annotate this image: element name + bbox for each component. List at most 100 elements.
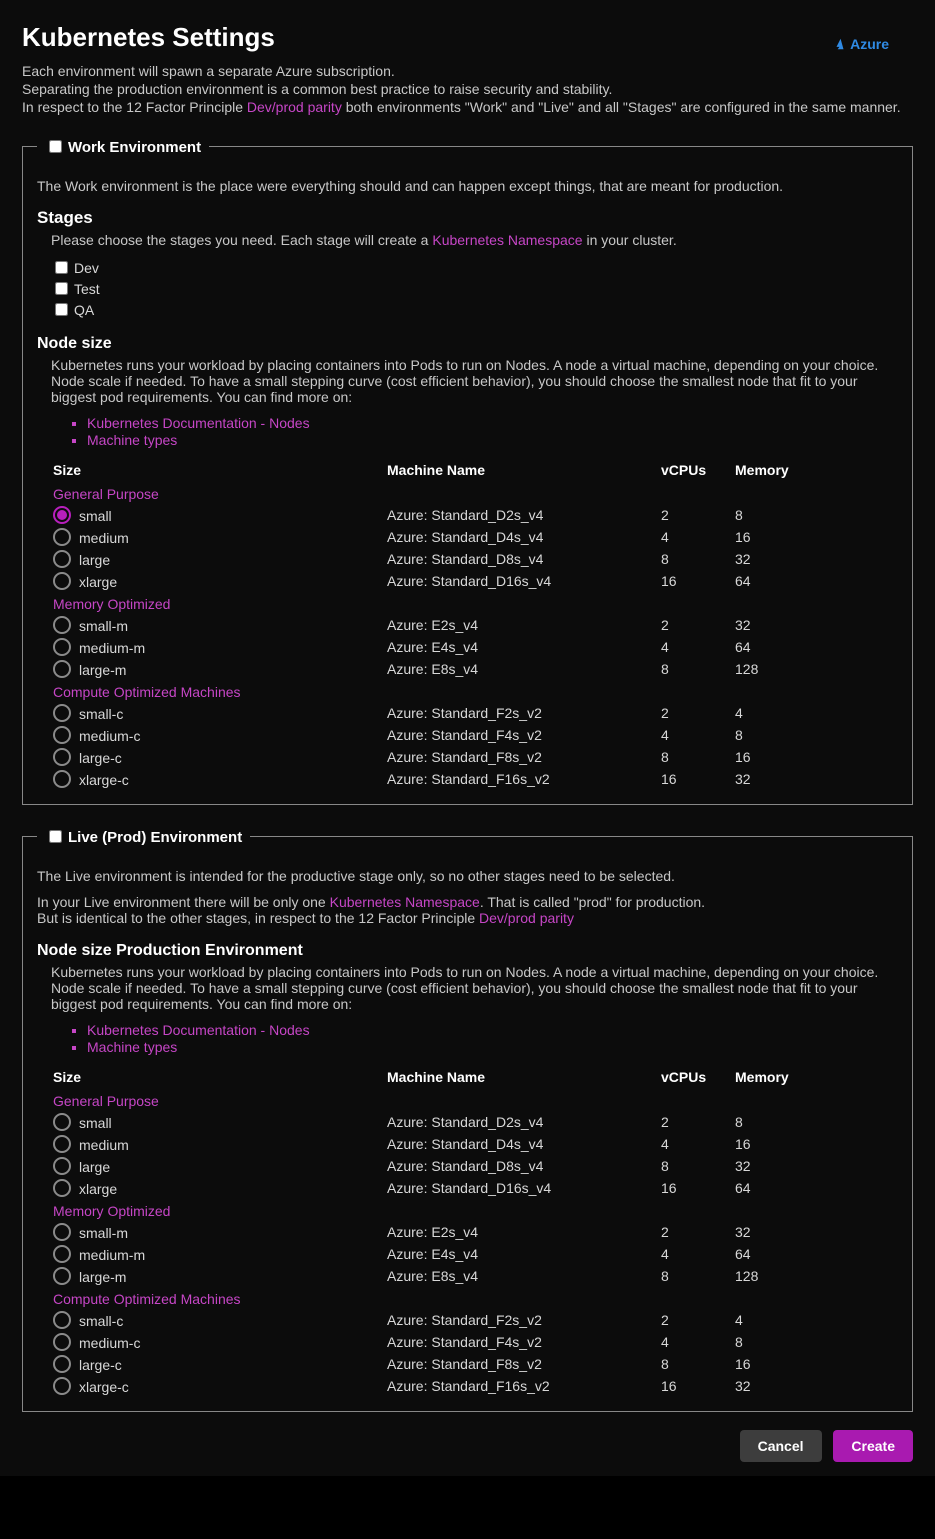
memory: 64 — [733, 1243, 898, 1265]
stages-list: Dev Test QA — [51, 258, 898, 319]
work-nodesize-table: Size Machine Name vCPUs Memory General P… — [51, 458, 898, 790]
nodesize-desc: Kubernetes runs your workload by placing… — [51, 357, 898, 405]
size-radio[interactable] — [53, 506, 71, 524]
size-row[interactable]: mediumAzure: Standard_D4s_v4416 — [51, 526, 898, 548]
size-row[interactable]: xlargeAzure: Standard_D16s_v41664 — [51, 570, 898, 592]
size-label: medium-c — [79, 728, 140, 744]
size-row[interactable]: large-mAzure: E8s_v48128 — [51, 1265, 898, 1287]
size-row[interactable]: small-mAzure: E2s_v4232 — [51, 1221, 898, 1243]
size-row[interactable]: medium-cAzure: Standard_F4s_v248 — [51, 1331, 898, 1353]
vcpus: 4 — [659, 526, 733, 548]
doc-link[interactable]: Machine types — [87, 432, 177, 448]
machine-name: Azure: Standard_F16s_v2 — [385, 1375, 659, 1397]
stage-option[interactable]: Dev — [51, 258, 898, 277]
kubernetes-namespace-link[interactable]: Kubernetes Namespace — [330, 894, 480, 910]
size-radio[interactable] — [53, 1333, 71, 1351]
memory: 16 — [733, 1133, 898, 1155]
machine-name: Azure: E2s_v4 — [385, 1221, 659, 1243]
size-radio[interactable] — [53, 1355, 71, 1373]
size-radio[interactable] — [53, 660, 71, 678]
size-row[interactable]: medium-mAzure: E4s_v4464 — [51, 1243, 898, 1265]
memory: 16 — [733, 1353, 898, 1375]
memory: 16 — [733, 746, 898, 768]
size-row[interactable]: large-mAzure: E8s_v48128 — [51, 658, 898, 680]
size-radio[interactable] — [53, 1245, 71, 1263]
size-category: Memory Optimized — [51, 1199, 898, 1221]
azure-badge: Azure — [833, 36, 889, 52]
devprod-parity-link[interactable]: Dev/prod parity — [479, 910, 574, 926]
col-memory: Memory — [733, 458, 898, 482]
size-row[interactable]: small-mAzure: E2s_v4232 — [51, 614, 898, 636]
size-label: small — [79, 508, 112, 524]
size-row[interactable]: medium-mAzure: E4s_v4464 — [51, 636, 898, 658]
machine-name: Azure: Standard_F4s_v2 — [385, 1331, 659, 1353]
create-button[interactable]: Create — [833, 1430, 913, 1462]
machine-name: Azure: Standard_D16s_v4 — [385, 570, 659, 592]
stage-checkbox[interactable] — [55, 261, 68, 274]
size-row[interactable]: large-cAzure: Standard_F8s_v2816 — [51, 1353, 898, 1375]
size-radio[interactable] — [53, 1267, 71, 1285]
cancel-button[interactable]: Cancel — [740, 1430, 822, 1462]
size-row[interactable]: small-cAzure: Standard_F2s_v224 — [51, 1309, 898, 1331]
kubernetes-namespace-link[interactable]: Kubernetes Namespace — [432, 232, 582, 248]
size-radio[interactable] — [53, 528, 71, 546]
doc-link[interactable]: Kubernetes Documentation - Nodes — [87, 1022, 310, 1038]
col-vcpus: vCPUs — [659, 458, 733, 482]
live-nodesize-heading: Node size Production Environment — [37, 942, 898, 960]
memory: 16 — [733, 526, 898, 548]
size-radio[interactable] — [53, 550, 71, 568]
size-radio[interactable] — [53, 1135, 71, 1153]
devprod-parity-link[interactable]: Dev/prod parity — [247, 99, 342, 115]
machine-name: Azure: Standard_D8s_v4 — [385, 548, 659, 570]
size-row[interactable]: largeAzure: Standard_D8s_v4832 — [51, 548, 898, 570]
size-radio[interactable] — [53, 704, 71, 722]
size-radio[interactable] — [53, 1311, 71, 1329]
size-radio[interactable] — [53, 748, 71, 766]
page-title: Kubernetes Settings — [22, 22, 913, 53]
vcpus: 8 — [659, 548, 733, 570]
stage-option[interactable]: QA — [51, 300, 898, 319]
size-row[interactable]: xlarge-cAzure: Standard_F16s_v21632 — [51, 1375, 898, 1397]
size-radio[interactable] — [53, 1377, 71, 1395]
size-radio[interactable] — [53, 616, 71, 634]
size-row[interactable]: small-cAzure: Standard_F2s_v224 — [51, 702, 898, 724]
work-env-checkbox[interactable] — [49, 140, 62, 153]
doc-link[interactable]: Kubernetes Documentation - Nodes — [87, 415, 310, 431]
memory: 32 — [733, 1375, 898, 1397]
size-radio[interactable] — [53, 770, 71, 788]
machine-name: Azure: Standard_D4s_v4 — [385, 526, 659, 548]
size-row[interactable]: smallAzure: Standard_D2s_v428 — [51, 504, 898, 526]
size-radio[interactable] — [53, 1223, 71, 1241]
doc-link[interactable]: Machine types — [87, 1039, 177, 1055]
size-radio[interactable] — [53, 1179, 71, 1197]
live-env-checkbox[interactable] — [49, 830, 62, 843]
memory: 128 — [733, 658, 898, 680]
vcpus: 8 — [659, 1353, 733, 1375]
size-radio[interactable] — [53, 1113, 71, 1131]
live-desc2: In your Live environment there will be o… — [37, 894, 898, 926]
stage-checkbox[interactable] — [55, 282, 68, 295]
vcpus: 8 — [659, 746, 733, 768]
machine-name: Azure: Standard_D8s_v4 — [385, 1155, 659, 1177]
machine-name: Azure: Standard_F16s_v2 — [385, 768, 659, 790]
size-radio[interactable] — [53, 1157, 71, 1175]
intro-line: Each environment will spawn a separate A… — [22, 63, 913, 79]
size-row[interactable]: medium-cAzure: Standard_F4s_v248 — [51, 724, 898, 746]
size-row[interactable]: large-cAzure: Standard_F8s_v2816 — [51, 746, 898, 768]
size-radio[interactable] — [53, 572, 71, 590]
size-row[interactable]: smallAzure: Standard_D2s_v428 — [51, 1111, 898, 1133]
vcpus: 8 — [659, 1265, 733, 1287]
size-row[interactable]: mediumAzure: Standard_D4s_v4416 — [51, 1133, 898, 1155]
size-row[interactable]: largeAzure: Standard_D8s_v4832 — [51, 1155, 898, 1177]
col-machine: Machine Name — [385, 458, 659, 482]
stage-checkbox[interactable] — [55, 303, 68, 316]
nodesize-heading: Node size — [37, 335, 898, 353]
size-row[interactable]: xlargeAzure: Standard_D16s_v41664 — [51, 1177, 898, 1199]
size-row[interactable]: xlarge-cAzure: Standard_F16s_v21632 — [51, 768, 898, 790]
vcpus: 16 — [659, 570, 733, 592]
size-radio[interactable] — [53, 638, 71, 656]
vcpus: 4 — [659, 1133, 733, 1155]
stage-option[interactable]: Test — [51, 279, 898, 298]
col-machine: Machine Name — [385, 1065, 659, 1089]
size-radio[interactable] — [53, 726, 71, 744]
